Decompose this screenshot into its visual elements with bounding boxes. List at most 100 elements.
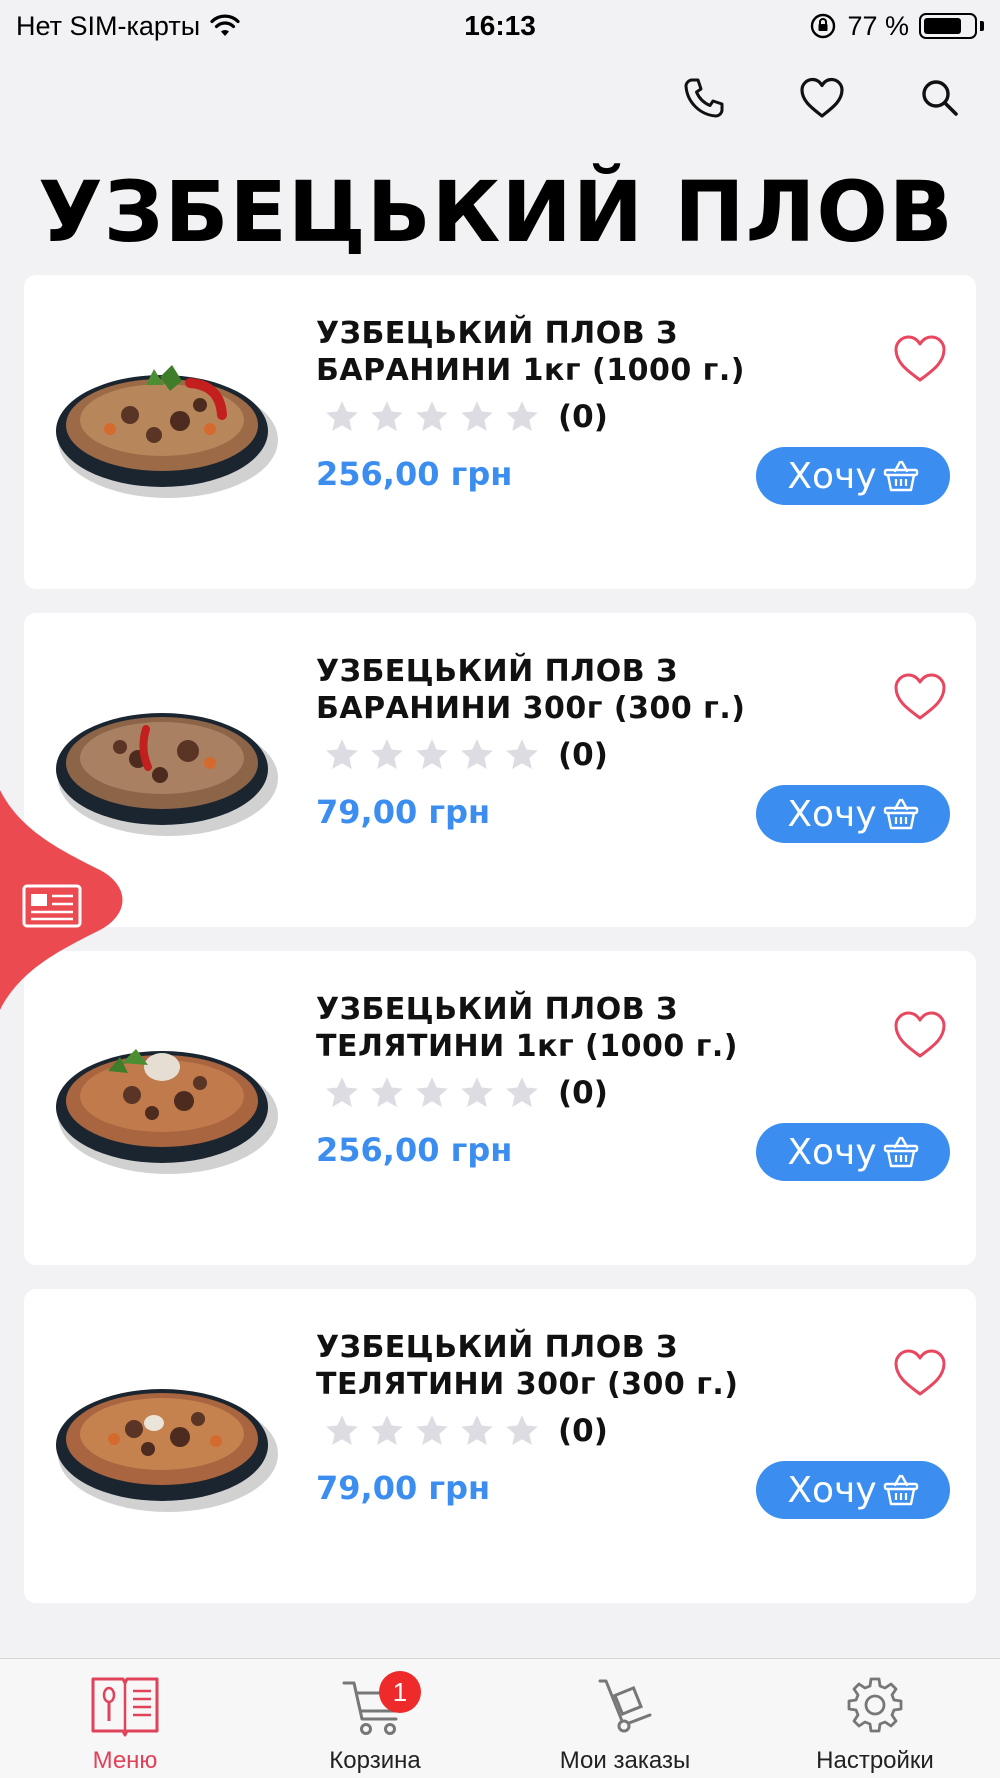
product-name[interactable]: УЗБЕЦЬКИЙ ПЛОВ З БАРАНИНИ 1кг (1000 г.) <box>316 315 876 389</box>
rating-stars[interactable] <box>324 399 540 435</box>
search-icon <box>922 80 958 116</box>
add-to-cart-label: Хочу <box>787 1469 877 1511</box>
star-icon[interactable] <box>414 399 450 435</box>
favorite-button[interactable] <box>892 333 948 385</box>
tab-settings-label: Настройки <box>816 1747 934 1774</box>
gear-icon <box>847 1677 903 1733</box>
star-icon[interactable] <box>459 1413 495 1449</box>
tab-cart[interactable]: 1 Корзина <box>250 1659 500 1778</box>
product-price: 79,00 грн <box>316 793 491 831</box>
product-name[interactable]: УЗБЕЦЬКИЙ ПЛОВ З БАРАНИНИ 300г (300 г.) <box>316 653 876 727</box>
rating: (0) <box>324 1413 608 1449</box>
star-icon[interactable] <box>369 1413 405 1449</box>
tab-cart-label: Корзина <box>329 1747 421 1774</box>
add-to-cart-button[interactable]: Хочу <box>756 785 950 843</box>
phone-icon <box>684 78 724 118</box>
heart-outline-icon <box>894 1011 946 1058</box>
battery-percent: 77 % <box>847 10 909 41</box>
add-to-cart-label: Хочу <box>787 455 877 497</box>
product-name[interactable]: УЗБЕЦЬКИЙ ПЛОВ З ТЕЛЯТИНИ 1кг (1000 г.) <box>316 991 876 1065</box>
star-icon[interactable] <box>369 737 405 773</box>
status-time: 16:13 <box>464 10 536 41</box>
tab-menu[interactable]: Меню <box>0 1659 250 1778</box>
basket-icon <box>883 1474 918 1506</box>
wifi-icon <box>210 14 240 36</box>
basket-icon <box>883 798 918 830</box>
star-icon[interactable] <box>324 1413 360 1449</box>
star-icon[interactable] <box>414 737 450 773</box>
product-image[interactable] <box>50 1339 286 1529</box>
status-left: Нет SIM-карты <box>16 11 356 42</box>
rating: (0) <box>324 399 608 435</box>
tab-orders[interactable]: Мои заказы <box>500 1659 750 1778</box>
star-icon[interactable] <box>414 1075 450 1111</box>
side-tab-shape <box>0 790 123 1010</box>
star-icon[interactable] <box>459 1075 495 1111</box>
star-icon[interactable] <box>369 399 405 435</box>
status-right: 77 % <box>644 11 984 42</box>
rating-count: (0) <box>558 1075 608 1111</box>
rating-stars[interactable] <box>324 1075 540 1111</box>
star-icon[interactable] <box>414 1413 450 1449</box>
product-card[interactable]: УЗБЕЦЬКИЙ ПЛОВ З ТЕЛЯТИНИ 300г (300 г.) … <box>24 1289 976 1603</box>
star-icon[interactable] <box>459 737 495 773</box>
star-icon[interactable] <box>324 399 360 435</box>
hand-truck-icon <box>598 1679 652 1733</box>
rating: (0) <box>324 1075 608 1111</box>
tab-orders-label: Мои заказы <box>559 1747 691 1774</box>
rating-count: (0) <box>558 737 608 773</box>
star-icon[interactable] <box>504 399 540 435</box>
battery-icon <box>919 13 984 39</box>
heart-outline-icon <box>894 335 946 382</box>
rating-stars[interactable] <box>324 737 540 773</box>
basket-icon <box>883 1136 918 1168</box>
rating-count: (0) <box>558 1413 608 1449</box>
heart-outline-icon <box>894 673 946 720</box>
top-toolbar <box>680 72 964 124</box>
product-image[interactable] <box>50 325 286 515</box>
page-title: УЗБЕЦЬКИЙ ПЛОВ <box>38 163 954 261</box>
add-to-cart-label: Хочу <box>787 793 877 835</box>
star-icon[interactable] <box>459 399 495 435</box>
favorites-button[interactable] <box>798 72 846 124</box>
search-button[interactable] <box>916 72 964 124</box>
product-card[interactable]: УЗБЕЦЬКИЙ ПЛОВ З БАРАНИНИ 1кг (1000 г.) … <box>24 275 976 589</box>
favorite-button[interactable] <box>892 1347 948 1399</box>
rating-stars[interactable] <box>324 1413 540 1449</box>
add-to-cart-button[interactable]: Хочу <box>756 1461 950 1519</box>
orientation-lock-icon <box>811 13 836 39</box>
add-to-cart-button[interactable]: Хочу <box>756 1123 950 1181</box>
heart-outline-icon <box>894 1349 946 1396</box>
product-price: 79,00 грн <box>316 1469 491 1507</box>
star-icon[interactable] <box>324 1075 360 1111</box>
product-price: 256,00 грн <box>316 455 513 493</box>
rating-count: (0) <box>558 399 608 435</box>
star-icon[interactable] <box>369 1075 405 1111</box>
star-icon[interactable] <box>504 1413 540 1449</box>
favorite-button[interactable] <box>892 671 948 723</box>
favorite-button[interactable] <box>892 1009 948 1061</box>
product-card[interactable]: УЗБЕЦЬКИЙ ПЛОВ З ТЕЛЯТИНИ 1кг (1000 г.) … <box>24 951 976 1265</box>
tab-menu-label: Меню <box>92 1747 158 1774</box>
star-icon[interactable] <box>504 737 540 773</box>
star-icon[interactable] <box>324 737 360 773</box>
basket-icon <box>883 460 918 492</box>
heart-icon <box>800 77 844 118</box>
phone-button[interactable] <box>680 72 728 124</box>
bottom-tab-bar: Меню 1 Корзина Мои заказы Настройки <box>0 1658 1000 1778</box>
rating: (0) <box>324 737 608 773</box>
tab-settings[interactable]: Настройки <box>750 1659 1000 1778</box>
product-image[interactable] <box>50 1001 286 1191</box>
carrier-label: Нет SIM-карты <box>16 10 201 41</box>
star-icon[interactable] <box>504 1075 540 1111</box>
status-bar: Нет SIM-карты 16:13 77 % <box>0 0 1000 52</box>
product-list: УЗБЕЦЬКИЙ ПЛОВ З БАРАНИНИ 1кг (1000 г.) … <box>24 275 976 1627</box>
add-to-cart-label: Хочу <box>787 1131 877 1173</box>
side-menu-tab[interactable] <box>0 790 124 1010</box>
menu-book-icon <box>91 1677 159 1737</box>
add-to-cart-button[interactable]: Хочу <box>756 447 950 505</box>
product-name[interactable]: УЗБЕЦЬКИЙ ПЛОВ З ТЕЛЯТИНИ 300г (300 г.) <box>316 1329 876 1403</box>
product-price: 256,00 грн <box>316 1131 513 1169</box>
product-card[interactable]: УЗБЕЦЬКИЙ ПЛОВ З БАРАНИНИ 300г (300 г.) … <box>24 613 976 927</box>
cart-badge: 1 <box>379 1671 421 1713</box>
